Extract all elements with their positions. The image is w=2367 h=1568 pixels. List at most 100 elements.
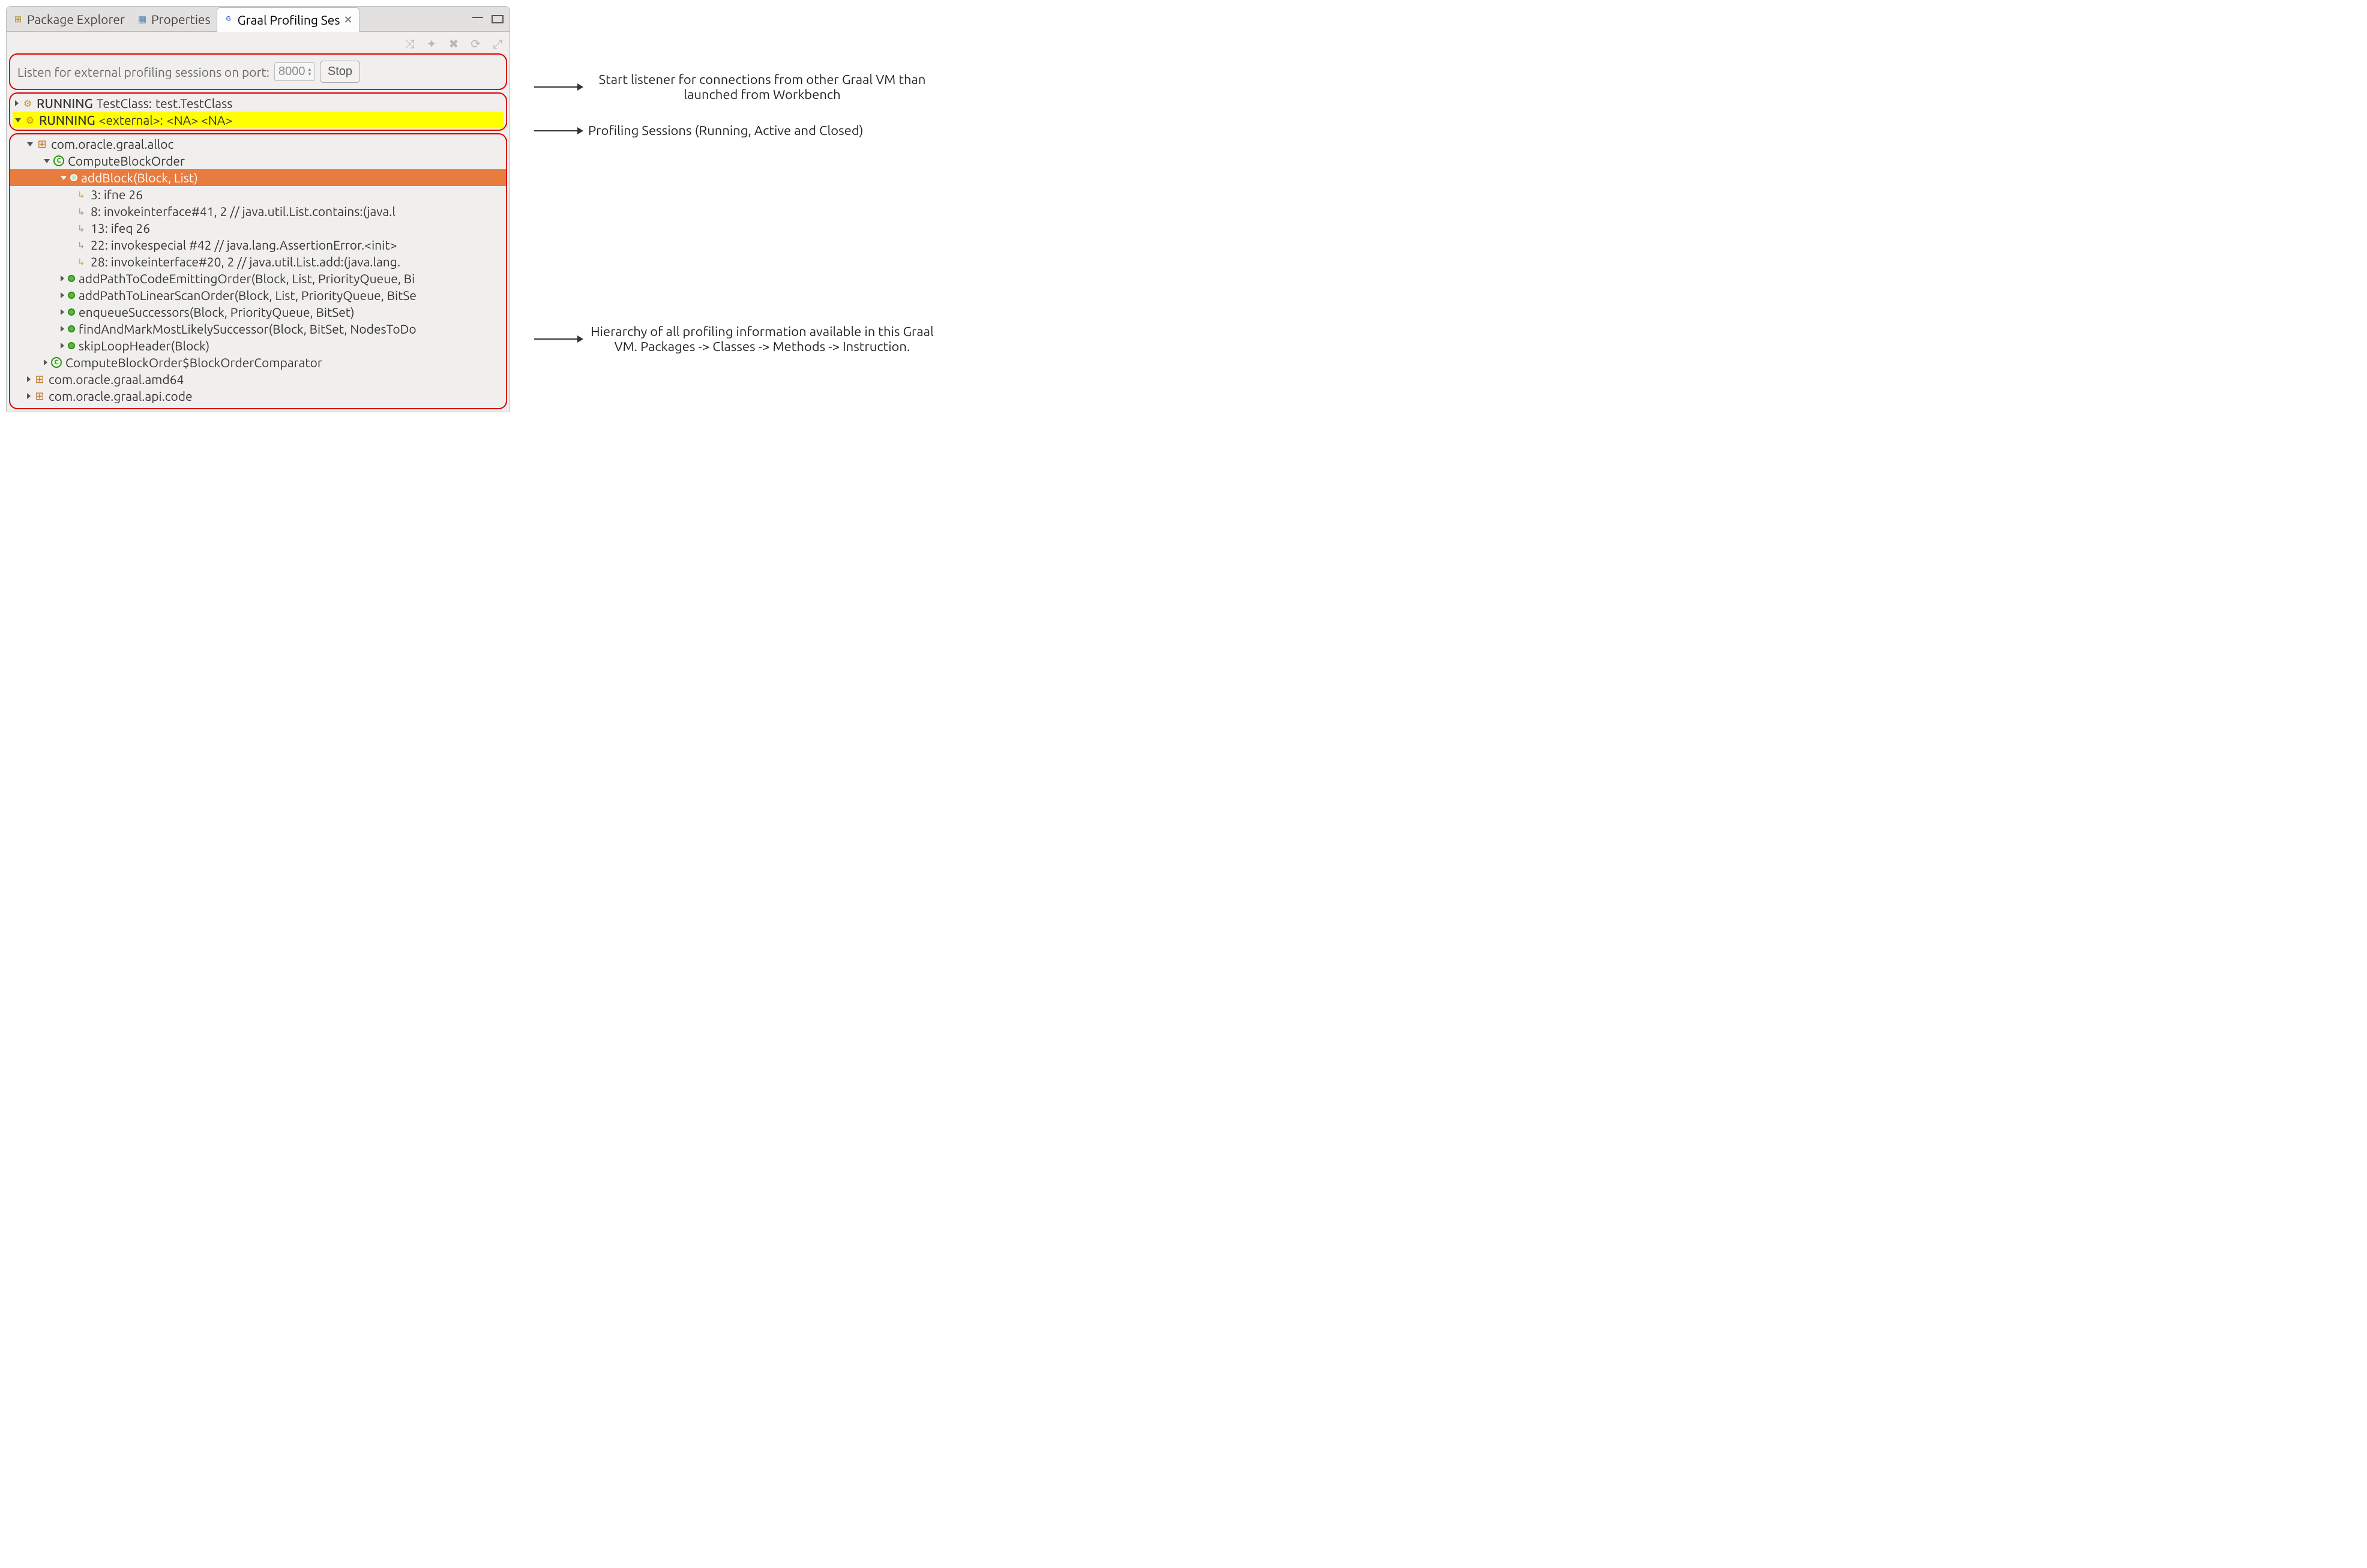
method-icon	[68, 292, 75, 299]
expand-arrow-icon[interactable]	[15, 118, 21, 122]
expand-arrow-icon[interactable]	[61, 326, 64, 332]
properties-icon: ▦	[137, 14, 148, 25]
instruction-row[interactable]: ↳ 3: ifne 26	[10, 186, 506, 203]
expand-arrow-icon[interactable]	[61, 176, 67, 180]
package-row[interactable]: ⊞ com.oracle.graal.amd64	[10, 371, 506, 388]
tab-graal-profiling[interactable]: ᴳ Graal Profiling Ses ✕	[217, 7, 359, 32]
package-row[interactable]: ⊞ com.oracle.graal.api.code	[10, 388, 506, 404]
annotation: Start listener for connections from othe…	[534, 72, 936, 102]
class-icon: C	[51, 357, 62, 368]
method-row[interactable]: skipLoopHeader(Block)	[10, 337, 506, 354]
view-toolbar: ⤨ ✦ ✖ ⟳ ⤢	[7, 32, 510, 52]
method-label: addPathToCodeEmittingOrder(Block, List, …	[79, 271, 415, 286]
package-icon: ⊞	[37, 139, 47, 149]
instruction-label: 8: invokeinterface#41, 2 // java.util.Li…	[91, 204, 396, 218]
expand-arrow-icon[interactable]	[61, 275, 64, 281]
graal-icon: ᴳ	[223, 14, 234, 25]
tab-package-explorer[interactable]: ⊞ Package Explorer	[7, 7, 131, 31]
instruction-label: 28: invokeinterface#20, 2 // java.util.L…	[91, 254, 400, 269]
port-spinbox[interactable]: ▲▼	[274, 62, 315, 81]
puzzle-icon[interactable]: ✦	[427, 37, 437, 51]
method-row[interactable]: addPathToCodeEmittingOrder(Block, List, …	[10, 270, 506, 287]
class-row[interactable]: C ComputeBlockOrder	[10, 152, 506, 169]
session-detail: test.TestClass	[155, 96, 232, 110]
expand-arrow-icon[interactable]	[44, 359, 47, 365]
method-row[interactable]: findAndMarkMostLikelySuccessor(Block, Bi…	[10, 320, 506, 337]
port-listener-row: Listen for external profiling sessions o…	[9, 53, 507, 90]
method-label: addBlock(Block, List)	[81, 170, 198, 185]
instruction-row[interactable]: ↳ 28: invokeinterface#20, 2 // java.util…	[10, 253, 506, 270]
tab-label: Graal Profiling Ses	[238, 13, 340, 27]
method-icon	[68, 342, 75, 349]
session-status: RUNNING	[37, 96, 93, 110]
invoke-icon: ↳	[77, 257, 87, 266]
expand-arrow-icon[interactable]	[61, 343, 64, 349]
package-icon: ⊞	[34, 391, 45, 401]
close-tab-icon[interactable]: ✕	[343, 14, 352, 26]
method-icon	[68, 325, 75, 332]
session-row[interactable]: ⚙ RUNNING TestClass: test.TestClass	[13, 95, 504, 112]
arrow-icon	[534, 130, 582, 131]
graal-profiling-panel: ⊞ Package Explorer ▦ Properties ᴳ Graal …	[6, 6, 510, 412]
gear-icon: ⚙	[25, 115, 35, 125]
tab-bar: ⊞ Package Explorer ▦ Properties ᴳ Graal …	[7, 7, 510, 32]
branch-icon: ↳	[77, 190, 87, 199]
method-label: findAndMarkMostLikelySuccessor(Block, Bi…	[79, 322, 417, 336]
expand-arrow-icon[interactable]	[61, 309, 64, 315]
method-icon	[68, 308, 75, 316]
session-row-active[interactable]: ⚙ RUNNING <external>: <NA> <NA>	[13, 112, 504, 128]
instruction-label: 13: ifeq 26	[91, 221, 150, 235]
instruction-label: 3: ifne 26	[91, 187, 143, 202]
session-detail: <NA> <NA>	[167, 113, 232, 127]
invoke-icon: ↳	[77, 206, 87, 216]
annotation-text: Start listener for connections from othe…	[588, 72, 936, 102]
tab-properties[interactable]: ▦ Properties	[131, 7, 217, 31]
package-explorer-icon: ⊞	[13, 14, 23, 25]
session-status: RUNNING	[39, 113, 95, 127]
tab-label: Package Explorer	[27, 12, 125, 26]
package-label: com.oracle.graal.api.code	[49, 389, 193, 403]
instruction-row[interactable]: ↳ 22: invokespecial #42 // java.lang.Ass…	[10, 236, 506, 253]
class-label: ComputeBlockOrder$BlockOrderComparator	[65, 355, 322, 370]
method-row-selected[interactable]: addBlock(Block, List)	[10, 169, 506, 186]
session-name: <external>:	[99, 113, 163, 127]
package-label: com.oracle.graal.alloc	[51, 137, 173, 151]
refresh-icon[interactable]: ⟳	[471, 37, 481, 51]
session-name: TestClass:	[97, 96, 152, 110]
annotation-text: Profiling Sessions (Running, Active and …	[588, 123, 864, 138]
arrow-icon	[534, 338, 582, 340]
route-icon[interactable]: ⤨	[405, 37, 415, 51]
branch-icon: ↳	[77, 223, 87, 233]
annotation: Hierarchy of all profiling information a…	[534, 324, 936, 354]
invoke-icon: ↳	[77, 240, 87, 250]
class-icon: C	[53, 155, 64, 166]
expand-arrow-icon[interactable]	[27, 393, 31, 399]
method-row[interactable]: enqueueSuccessors(Block, PriorityQueue, …	[10, 304, 506, 320]
instruction-label: 22: invokespecial #42 // java.lang.Asser…	[91, 238, 397, 252]
port-label: Listen for external profiling sessions o…	[17, 65, 269, 79]
port-input[interactable]	[277, 64, 307, 79]
class-row[interactable]: C ComputeBlockOrder$BlockOrderComparator	[10, 354, 506, 371]
maximize-icon[interactable]	[492, 15, 504, 23]
minimize-icon[interactable]	[472, 17, 483, 18]
expand-arrow-icon[interactable]	[61, 292, 64, 298]
delete-icon[interactable]: ✖	[448, 37, 459, 51]
collapse-icon[interactable]: ⤢	[493, 37, 502, 51]
package-row[interactable]: ⊞ com.oracle.graal.alloc	[10, 136, 506, 152]
instruction-row[interactable]: ↳ 13: ifeq 26	[10, 220, 506, 236]
expand-arrow-icon[interactable]	[27, 142, 33, 146]
spin-arrows-icon[interactable]: ▲▼	[307, 67, 312, 77]
method-label: enqueueSuccessors(Block, PriorityQueue, …	[79, 305, 355, 319]
sessions-box: ⚙ RUNNING TestClass: test.TestClass ⚙ RU…	[9, 92, 507, 131]
method-row[interactable]: addPathToLinearScanOrder(Block, List, Pr…	[10, 287, 506, 304]
annotations: Start listener for connections from othe…	[534, 6, 2361, 546]
arrow-icon	[534, 86, 582, 88]
stop-button[interactable]: Stop	[320, 61, 360, 83]
class-label: ComputeBlockOrder	[68, 154, 185, 168]
expand-arrow-icon[interactable]	[15, 100, 19, 106]
method-icon	[70, 174, 77, 181]
expand-arrow-icon[interactable]	[44, 159, 50, 163]
expand-arrow-icon[interactable]	[27, 376, 31, 382]
instruction-row[interactable]: ↳ 8: invokeinterface#41, 2 // java.util.…	[10, 203, 506, 220]
method-label: addPathToLinearScanOrder(Block, List, Pr…	[79, 288, 417, 302]
